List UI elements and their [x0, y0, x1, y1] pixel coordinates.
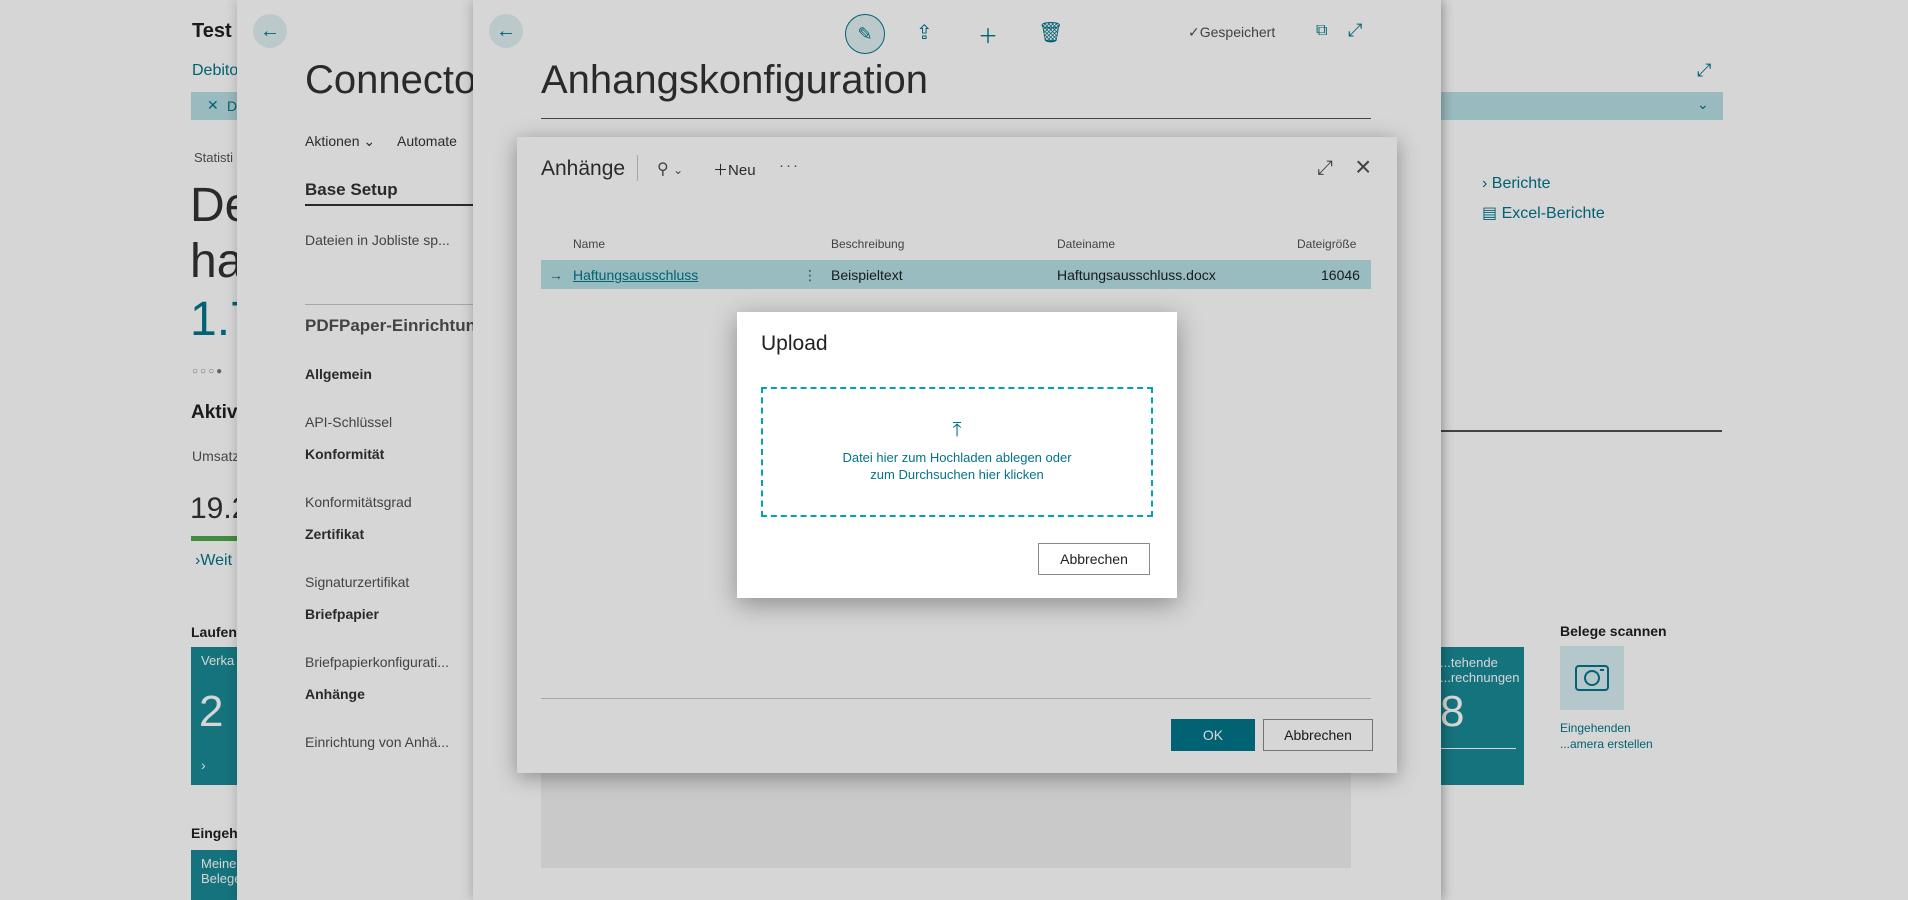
drop-text-line-2: zum Durchsuchen hier klicken [870, 467, 1044, 482]
upload-dialog: Upload ⤒ Datei hier zum Hochladen ablege… [737, 312, 1177, 598]
drop-zone-text: Datei hier zum Hochladen ablegen oder zu… [763, 449, 1151, 483]
cancel-button[interactable]: Abbrechen [1038, 543, 1150, 575]
file-drop-zone[interactable]: ⤒ Datei hier zum Hochladen ablegen oder … [761, 387, 1153, 517]
upload-arrow-icon: ⤒ [952, 419, 962, 441]
drop-text-line-1: Datei hier zum Hochladen ablegen oder [842, 450, 1072, 465]
dialog-title: Upload [761, 332, 828, 355]
